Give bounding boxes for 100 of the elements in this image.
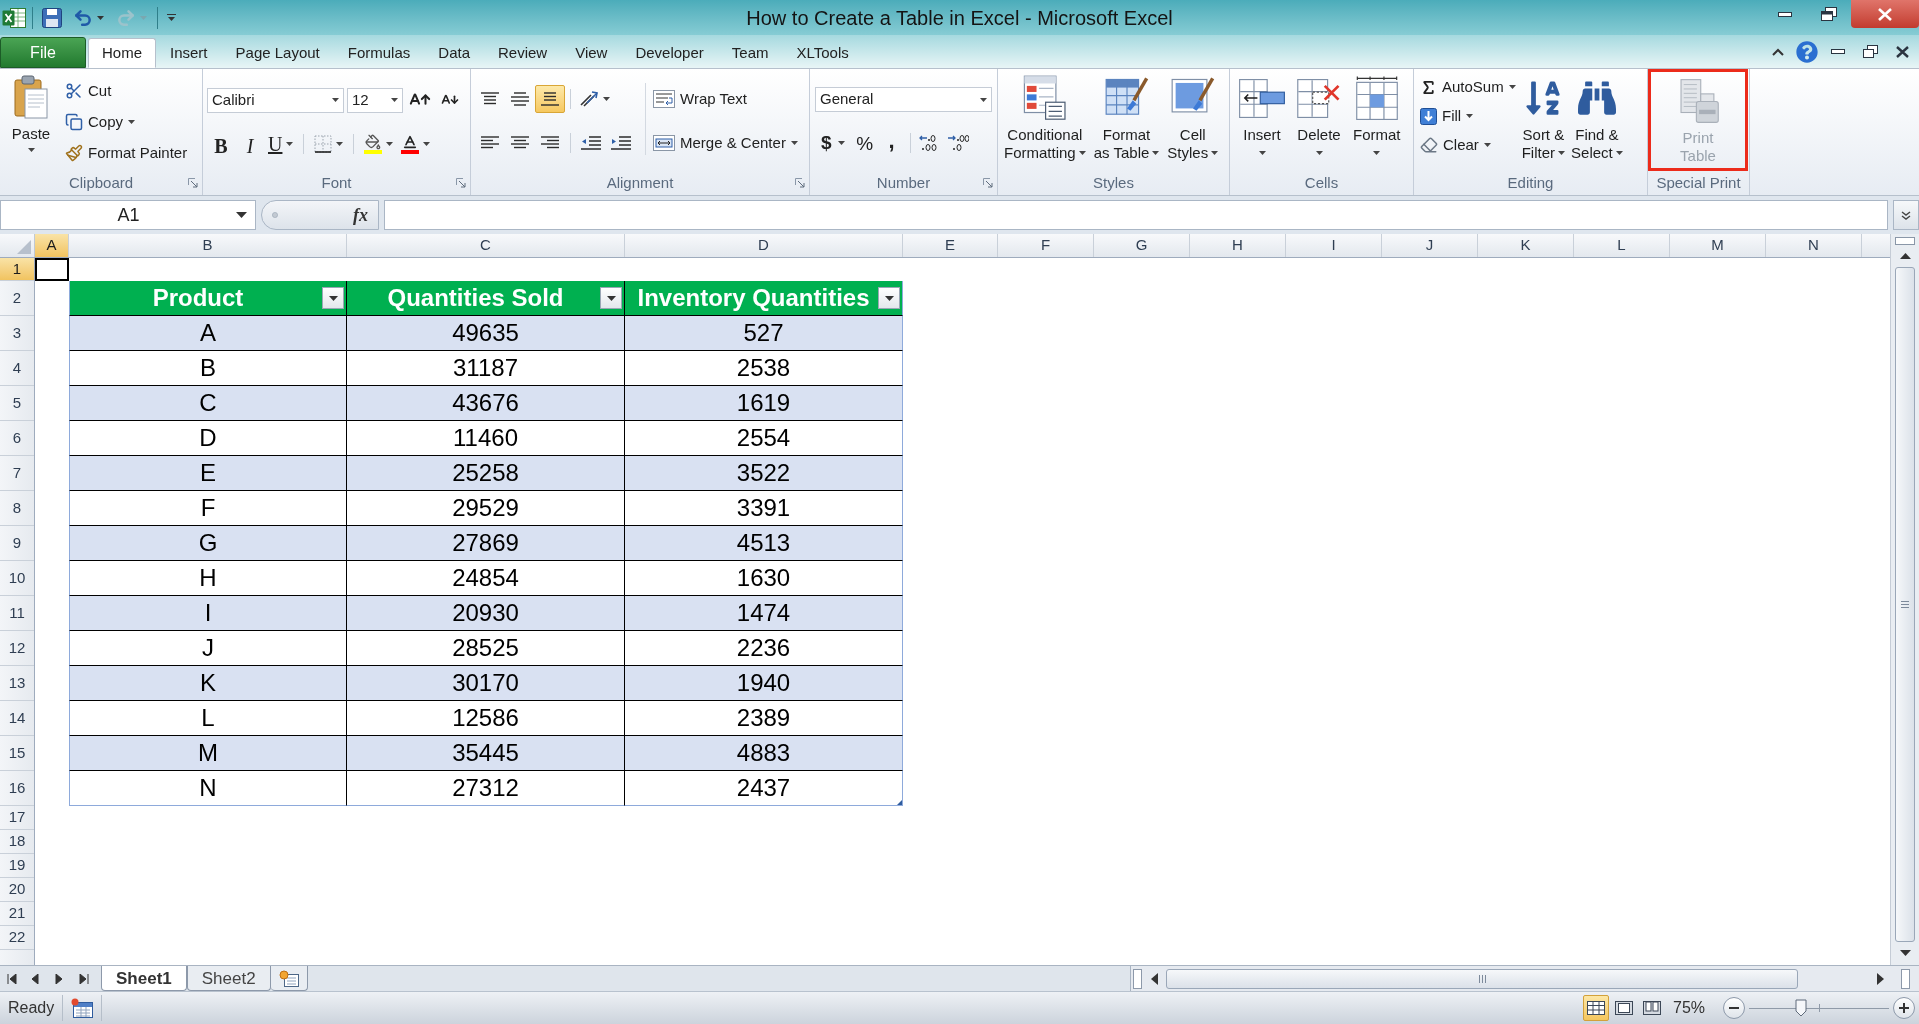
normal-view-button[interactable] [1583, 995, 1609, 1021]
column-header[interactable]: K [1478, 234, 1574, 257]
font-size-field[interactable]: 12 [347, 87, 403, 113]
row-header[interactable]: 16 [0, 771, 34, 806]
row-header[interactable]: 4 [0, 351, 34, 386]
column-header[interactable]: N [1766, 234, 1862, 257]
insert-sheet-button[interactable] [270, 966, 308, 991]
ribbon-tab[interactable]: Team [717, 38, 783, 68]
row-header[interactable]: 17 [0, 806, 34, 830]
selected-cell[interactable] [35, 258, 69, 281]
column-header[interactable]: E [903, 234, 998, 257]
column-header[interactable]: M [1670, 234, 1766, 257]
column-header[interactable]: D [625, 234, 903, 257]
find-select-button[interactable]: Find & Select [1568, 69, 1626, 171]
ribbon-tab[interactable]: Page Layout [221, 38, 334, 68]
column-header[interactable]: G [1094, 234, 1190, 257]
zoom-out-button[interactable] [1723, 997, 1745, 1019]
row-header[interactable]: 5 [0, 386, 34, 421]
underline-button[interactable]: U [265, 131, 297, 157]
wrap-text-button[interactable]: Wrap Text [650, 85, 801, 113]
row-header[interactable]: 21 [0, 902, 34, 926]
row-header[interactable]: 19 [0, 854, 34, 878]
dialog-launcher-icon[interactable] [188, 178, 198, 188]
ribbon-tab[interactable]: Developer [621, 38, 718, 68]
insert-function-button[interactable]: fx [349, 201, 372, 229]
comma-button[interactable]: , [878, 130, 905, 156]
row-header[interactable]: 7 [0, 456, 34, 491]
sheet-tab[interactable]: Sheet1 [101, 966, 187, 991]
row-header[interactable]: 3 [0, 316, 34, 351]
font-name-field[interactable]: Calibri [207, 87, 344, 113]
column-header[interactable]: H [1190, 234, 1286, 257]
row-header[interactable]: 13 [0, 666, 34, 701]
conditional-formatting-button[interactable]: Conditional Formatting [1001, 69, 1089, 171]
zoom-slider[interactable] [1749, 998, 1889, 1018]
ribbon-tab[interactable]: Insert [156, 38, 222, 68]
app-logo-icon[interactable] [2, 6, 26, 29]
ribbon-tab[interactable]: Home [88, 38, 156, 68]
ribbon-tab[interactable]: Review [484, 38, 562, 68]
dialog-launcher-icon[interactable] [456, 178, 466, 188]
ribbon-tab[interactable]: Data [424, 38, 484, 68]
ribbon-tab[interactable]: XLTools [782, 38, 863, 68]
percent-button[interactable]: % [850, 130, 879, 156]
merge-center-button[interactable]: Merge & Center [650, 129, 801, 157]
row-header[interactable]: 11 [0, 596, 34, 631]
row-header[interactable]: 22 [0, 926, 34, 950]
bottom-align-button[interactable] [535, 85, 565, 113]
cut-button[interactable]: Cut [62, 79, 191, 103]
resize-handle-icon[interactable] [272, 212, 278, 218]
close-button[interactable] [1851, 0, 1919, 28]
dialog-launcher-icon[interactable] [795, 178, 805, 188]
row-header[interactable]: 15 [0, 736, 34, 771]
scrollbar-splitter[interactable] [1133, 968, 1142, 989]
dialog-launcher-icon[interactable] [983, 178, 993, 188]
format-cells-button[interactable]: Format [1350, 69, 1404, 171]
row-header[interactable]: 18 [0, 830, 34, 854]
slider-thumb[interactable] [1794, 999, 1807, 1017]
column-header[interactable]: F [998, 234, 1094, 257]
format-painter-button[interactable]: Format Painter [62, 141, 191, 165]
insert-cells-button[interactable]: Insert [1236, 69, 1288, 171]
delete-cells-button[interactable]: Delete [1294, 69, 1344, 171]
scrollbar-thumb[interactable] [1166, 968, 1798, 989]
row-header[interactable]: 8 [0, 491, 34, 526]
scrollbar-thumb[interactable] [1895, 267, 1915, 942]
clear-button[interactable]: Clear [1417, 133, 1519, 157]
currency-button[interactable]: $ [815, 130, 851, 156]
split-box[interactable] [1901, 968, 1910, 989]
row-header[interactable]: 10 [0, 561, 34, 596]
autosum-button[interactable]: AutoSum [1417, 75, 1519, 99]
ribbon-tab[interactable]: Formulas [333, 38, 425, 68]
cell-styles-button[interactable]: Cell Styles [1164, 69, 1222, 171]
sort-filter-button[interactable]: Sort & Filter [1518, 69, 1569, 171]
column-header[interactable]: B [69, 234, 347, 257]
filter-button[interactable] [878, 287, 900, 309]
paste-button[interactable]: Paste [4, 69, 58, 171]
row-header[interactable]: 14 [0, 701, 34, 736]
number-format-field[interactable]: General [815, 87, 992, 112]
column-header[interactable]: J [1382, 234, 1478, 257]
row-header[interactable]: 12 [0, 631, 34, 666]
bold-button[interactable]: B [207, 131, 235, 157]
help-button[interactable] [1795, 39, 1819, 64]
row-header[interactable]: 6 [0, 421, 34, 456]
italic-button[interactable]: I [237, 131, 263, 157]
ribbon-tab[interactable]: View [561, 38, 622, 68]
row-header[interactable]: 9 [0, 526, 34, 561]
expand-formula-button[interactable] [1893, 200, 1919, 230]
zoom-in-button[interactable] [1893, 997, 1915, 1019]
formula-input[interactable] [384, 200, 1888, 230]
filter-button[interactable] [322, 287, 344, 309]
file-tab[interactable]: File [0, 37, 86, 68]
row-header[interactable]: 20 [0, 878, 34, 902]
filter-button[interactable] [600, 287, 622, 309]
copy-button[interactable]: Copy [62, 110, 191, 134]
column-header[interactable]: L [1574, 234, 1670, 257]
row-header[interactable]: 2 [0, 281, 34, 316]
column-header[interactable]: I [1286, 234, 1382, 257]
sheet-tab[interactable]: Sheet2 [186, 966, 271, 991]
format-as-table-button[interactable]: Format as Table [1090, 69, 1163, 171]
row-header[interactable]: 1 [0, 258, 34, 281]
resize-handle-icon[interactable] [897, 800, 902, 805]
column-header[interactable]: C [347, 234, 625, 257]
